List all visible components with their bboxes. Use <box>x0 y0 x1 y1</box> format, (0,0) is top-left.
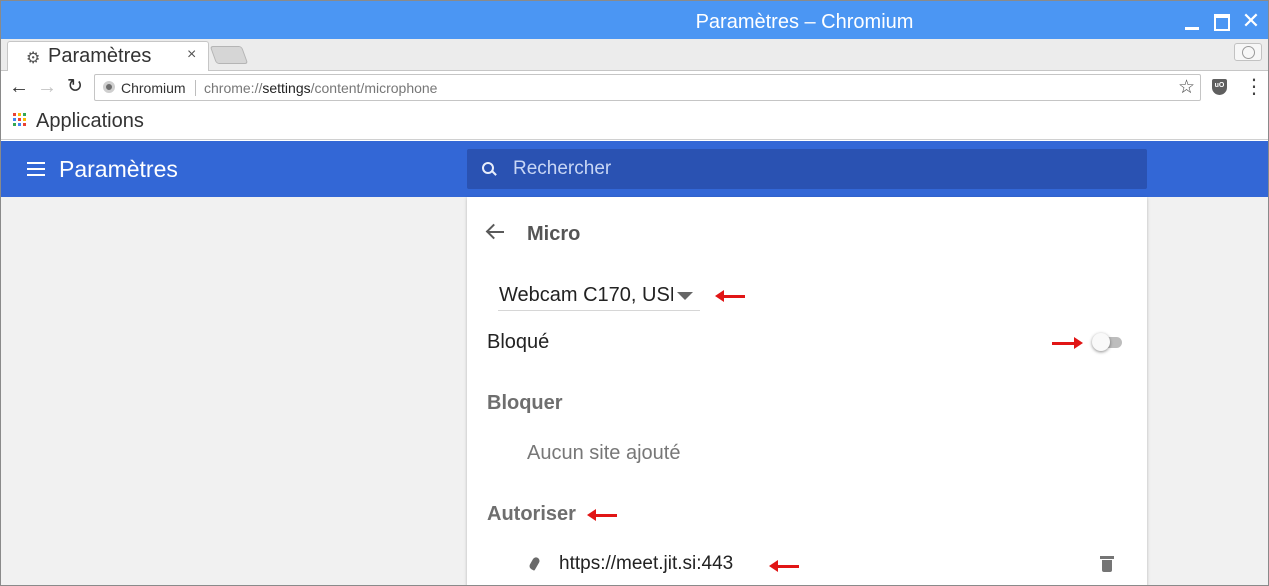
tab-settings[interactable]: ⚙ Paramètres × <box>7 41 209 71</box>
tab-close-icon[interactable]: × <box>187 46 196 64</box>
site-chip: Chromium <box>121 80 186 96</box>
annotation-arrow-left <box>715 289 745 303</box>
tab-title: Paramètres <box>48 45 152 67</box>
person-icon <box>1242 46 1255 59</box>
block-section-heading: Bloquer <box>487 392 563 414</box>
new-tab-button[interactable] <box>209 46 249 64</box>
title-bar: Paramètres – Chromium ✕ <box>1 1 1268 39</box>
annotation-arrow-right <box>1052 336 1083 350</box>
apps-shortcut[interactable]: Applications <box>36 110 144 133</box>
delete-trash-icon[interactable] <box>1100 555 1114 573</box>
minimize-icon[interactable] <box>1183 11 1203 31</box>
blocked-toggle[interactable] <box>1092 333 1124 351</box>
forward-button[interactable]: → <box>35 75 59 99</box>
close-icon[interactable]: ✕ <box>1241 10 1261 32</box>
back-arrow-icon[interactable] <box>485 221 507 243</box>
reload-button[interactable]: ↻ <box>63 75 87 99</box>
omnibox-divider <box>195 80 196 96</box>
microphone-device-select[interactable]: Webcam C170, USB <box>498 281 700 311</box>
bookmarks-bar: Applications <box>1 105 1268 140</box>
hamburger-menu-icon[interactable] <box>27 162 45 176</box>
ublock-extension-icon[interactable]: uO <box>1212 79 1227 95</box>
page-title: Paramètres <box>59 156 178 182</box>
url-scheme: chrome:// <box>204 80 263 96</box>
bookmark-star-icon[interactable]: ☆ <box>1178 76 1195 99</box>
device-selected-value: Webcam C170, USB <box>499 284 673 306</box>
microphone-settings-card: Micro Webcam C170, USB Bloqué Bloquer Au… <box>467 197 1147 585</box>
url-host: settings <box>262 80 311 96</box>
search-input[interactable]: Rechercher <box>467 149 1147 189</box>
toolbar: ← → ↻ Chromium chrome://settings/content… <box>1 71 1268 105</box>
block-empty-text: Aucun site ajouté <box>527 442 681 464</box>
blocked-label: Bloqué <box>487 331 550 353</box>
chromium-icon <box>103 81 115 93</box>
search-icon <box>482 162 494 174</box>
profile-button[interactable] <box>1234 43 1262 61</box>
toggle-knob <box>1092 333 1110 351</box>
url-path: /content/microphone <box>310 80 438 96</box>
annotation-arrow-left <box>769 559 799 573</box>
url-text: chrome://settings/content/microphone <box>204 80 437 96</box>
window-title: Paramètres – Chromium <box>695 11 914 33</box>
settings-main: Micro Webcam C170, USB Bloqué Bloquer Au… <box>1 197 1268 585</box>
search-placeholder: Rechercher <box>513 158 612 179</box>
gear-icon: ⚙ <box>26 50 41 67</box>
address-bar[interactable]: Chromium chrome://settings/content/micro… <box>94 74 1201 101</box>
back-button[interactable]: ← <box>7 75 31 99</box>
annotation-arrow-left <box>587 508 617 522</box>
browser-window: Paramètres – Chromium ✕ ⚙ Paramètres × ←… <box>0 0 1269 586</box>
tab-strip: ⚙ Paramètres × <box>1 39 1268 71</box>
apps-grid-icon[interactable] <box>13 113 26 126</box>
menu-kebab-icon[interactable]: ⋮ <box>1244 77 1264 97</box>
settings-header: Paramètres Rechercher <box>1 141 1268 197</box>
allow-section-heading: Autoriser <box>487 503 576 525</box>
chevron-down-icon <box>677 292 693 300</box>
extension-puzzle-icon <box>528 557 541 572</box>
section-title: Micro <box>527 223 581 245</box>
allowed-site-url[interactable]: https://meet.jit.si:443 <box>559 553 733 575</box>
maximize-icon[interactable] <box>1213 11 1233 31</box>
